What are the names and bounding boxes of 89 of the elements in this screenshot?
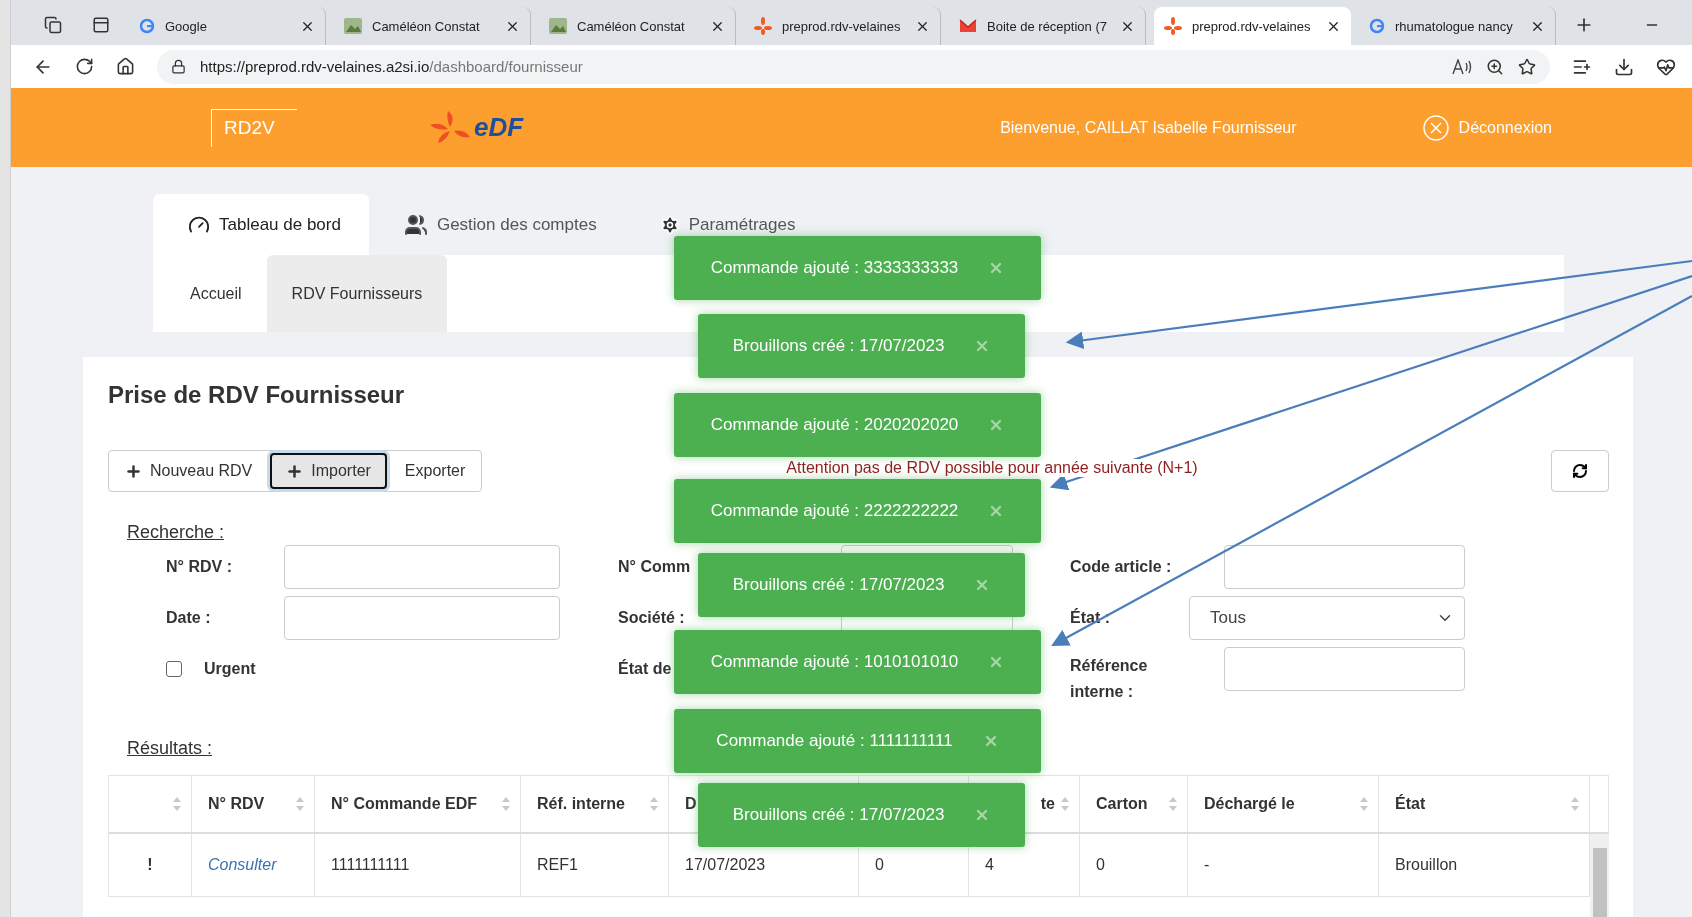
tab-title: preprod.rdv-velaines (1192, 18, 1312, 34)
mail-icon (959, 19, 977, 33)
sort-icon[interactable] (1169, 797, 1177, 811)
field-label: Référence interne : (1070, 656, 1149, 702)
nav-tab[interactable]: Tableau de bord (153, 194, 369, 255)
table-cell: 1111111111 (315, 834, 521, 896)
notification-toast: Commande ajouté : 1010101010 (674, 630, 1041, 694)
input-field[interactable] (1224, 545, 1465, 589)
url-text: https://preprod.rdv-velaines.a2si.io/dashboard/fournisseur (200, 58, 583, 75)
notification-toast: Commande ajouté : 1111111111 (674, 709, 1041, 773)
read-aloud-icon[interactable] (1452, 58, 1472, 75)
input-field[interactable] (284, 596, 560, 640)
column-label: Déchargé le (1204, 795, 1295, 813)
column-label: te (1040, 795, 1055, 813)
plus-icon (286, 462, 304, 480)
address-field[interactable]: https://preprod.rdv-velaines.a2si.io/dashboard/fournisseur (157, 49, 1550, 84)
users-icon (403, 212, 428, 237)
checkbox-label: Urgent (204, 660, 256, 678)
image-icon (344, 18, 362, 34)
warning-text: Attention pas de RDV possible pour année suivante (N+1) (786, 459, 1198, 477)
tab-title: Caméléon Constat (577, 18, 686, 34)
brand-logo-text: eDF (474, 112, 524, 143)
star-icon[interactable] (1518, 57, 1536, 76)
page-title: Prise de RDV Fournisseur (108, 381, 406, 409)
refresh-button[interactable] (1551, 450, 1609, 492)
notification-toast: Commande ajouté : 2020202020 (674, 393, 1041, 457)
section-heading: Résultats : (127, 738, 213, 759)
table-cell: REF1 (521, 834, 669, 896)
home-icon[interactable] (116, 57, 135, 76)
asterisk-logo-icon (754, 17, 772, 35)
input-field[interactable] (1224, 647, 1465, 691)
download-icon[interactable] (1614, 56, 1634, 77)
column-label: D (685, 795, 697, 813)
tab-title: rhumatologue nancy (1395, 18, 1514, 34)
sort-icon[interactable] (650, 797, 658, 811)
notification-toast: Commande ajouté : 2222222222 (674, 479, 1041, 543)
browser-tab[interactable]: preprod.rdv-velaines (1154, 7, 1351, 45)
column-label: État (1395, 795, 1426, 813)
field-label: Code article : (1070, 557, 1172, 577)
select-field[interactable]: Tous (1189, 596, 1465, 640)
settings-icon (659, 214, 680, 235)
tab-title: preprod.rdv-velaines (782, 18, 902, 34)
field-label: N° RDV : (166, 557, 232, 577)
nav-tab[interactable]: Gestion des comptes (368, 194, 625, 255)
notification-toast: Brouillons créé : 17/07/2023 (698, 783, 1025, 847)
plus-icon (125, 462, 142, 480)
image-icon (549, 18, 567, 34)
column-label: N° Commande EDF (331, 795, 477, 813)
field-label: Date : (166, 608, 211, 628)
table-cell: 0 (1080, 834, 1188, 896)
notification-toast: Commande ajouté : 3333333333 (674, 236, 1041, 300)
table-cell: ! (109, 834, 192, 896)
field-label: Société : (618, 608, 685, 628)
refresh-icon (1572, 463, 1588, 479)
notification-toast: Brouillons créé : 17/07/2023 (698, 314, 1025, 378)
welcome-text: Bienvenue, CAILLAT Isabelle Fournisseur (1000, 118, 1297, 137)
notification-toast: Brouillons créé : 17/07/2023 (698, 553, 1025, 617)
zoom-in-icon[interactable] (1486, 57, 1504, 76)
column-label: Carton (1096, 795, 1148, 813)
health-icon[interactable] (1656, 56, 1676, 77)
tab-title: Google (165, 18, 208, 34)
field-label: N° Comm (618, 557, 691, 577)
table-cell: - (1188, 834, 1379, 896)
section-heading: Recherche : (127, 522, 225, 543)
google-icon (139, 18, 155, 34)
sort-icon[interactable] (1061, 797, 1069, 811)
input-field[interactable] (284, 545, 560, 589)
sort-icon[interactable] (296, 797, 304, 811)
close-circle-icon (1422, 114, 1449, 141)
column-label: Réf. interne (537, 795, 625, 813)
column-label: N° RDV (208, 795, 265, 813)
field-label: État de (618, 658, 672, 679)
site-logo: RD2V (211, 108, 297, 147)
tab-title: Caméléon Constat (372, 18, 481, 34)
asterisk-logo-icon (1164, 17, 1182, 35)
reload-icon[interactable] (75, 57, 94, 76)
scrollbar[interactable] (1590, 834, 1609, 917)
sort-icon[interactable] (502, 797, 510, 811)
consult-link[interactable]: Consulter (192, 834, 315, 896)
subnav-tab[interactable]: RDV Fournisseurs (266, 255, 448, 332)
google-icon (1369, 18, 1385, 34)
tab-title: Boite de réception (7 (987, 18, 1108, 34)
lock-icon (171, 59, 186, 74)
subnav-tab[interactable]: Accueil (165, 255, 267, 332)
action-button[interactable]: Importer (270, 453, 387, 489)
checkbox[interactable] (166, 661, 182, 677)
sort-icon[interactable] (1360, 797, 1368, 811)
sort-icon[interactable] (173, 797, 181, 811)
sort-icon[interactable] (1571, 797, 1579, 811)
